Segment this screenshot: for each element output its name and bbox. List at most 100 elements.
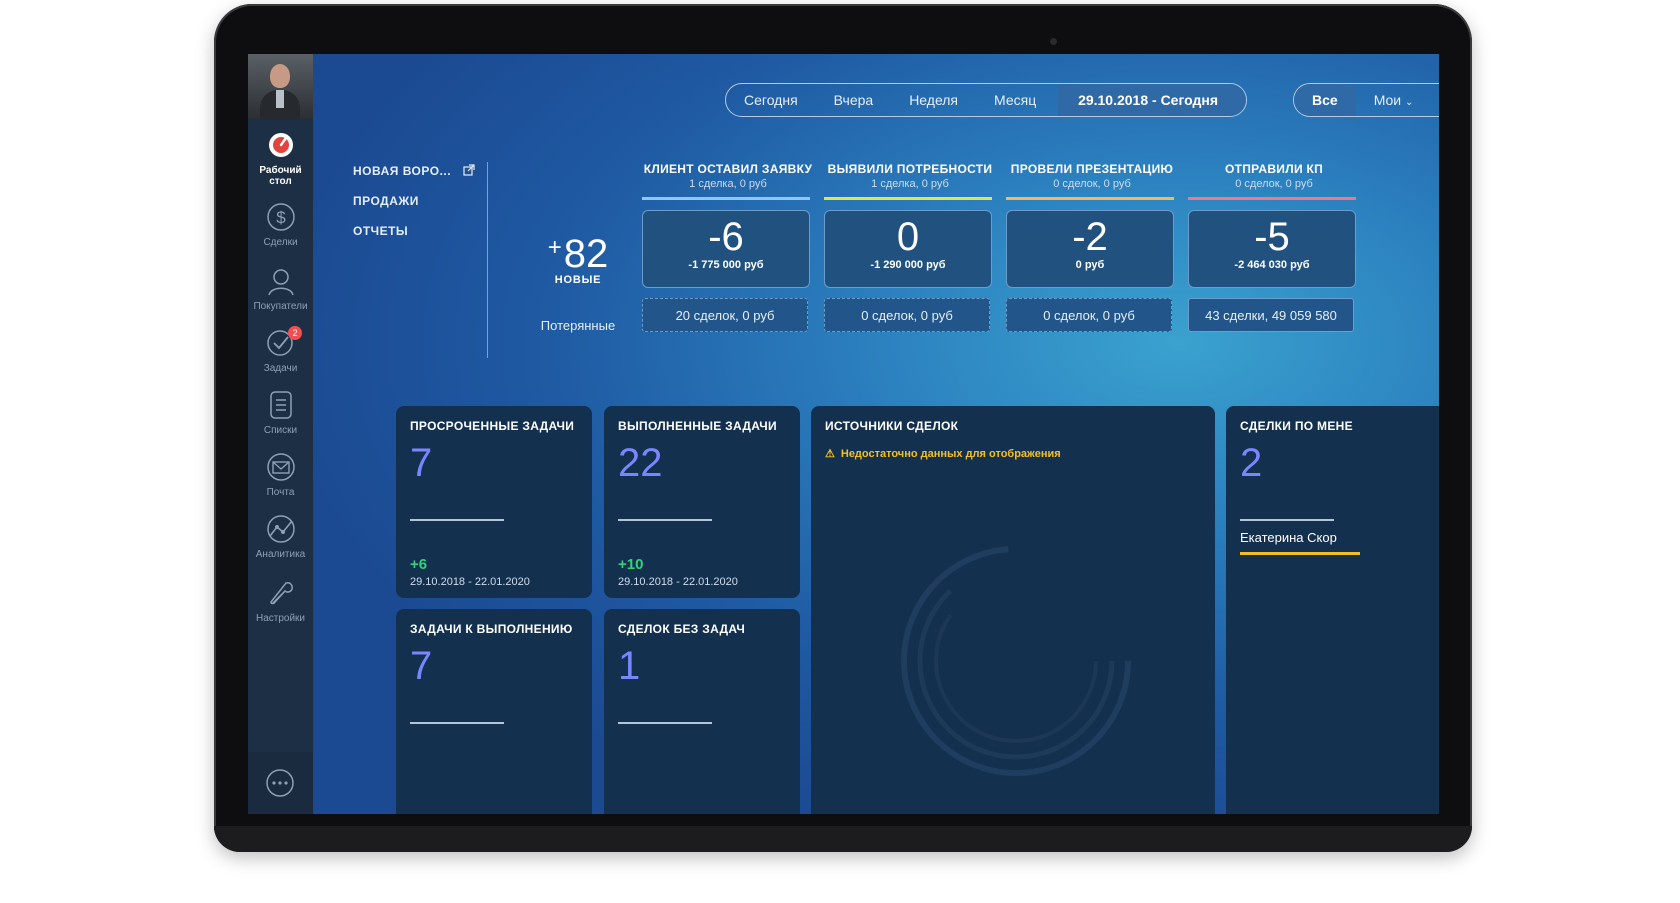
manager-name: Екатерина Скор [1240, 530, 1337, 545]
sidebar-item-label: Аналитика [255, 549, 306, 560]
sidebar-item-customers[interactable]: Покупатели [248, 264, 313, 312]
deals-by-manager-card[interactable]: СДЕЛКИ ПО МЕНЕ 2 Екатерина Скор [1226, 406, 1439, 814]
stage-value-box[interactable]: -2 0 руб [1006, 210, 1174, 288]
stage-value-box[interactable]: 0 -1 290 000 руб [824, 210, 992, 288]
card-divider [618, 519, 712, 521]
stage-value: -6 [708, 215, 744, 259]
stage-value-box[interactable]: -5 -2 464 030 руб [1188, 210, 1356, 288]
stage-color-bar [1006, 197, 1174, 200]
sidebar-item-mail[interactable]: Почта [248, 450, 313, 498]
stage-amount: 0 руб [1075, 259, 1105, 271]
laptop-chin [214, 826, 1472, 852]
new-deals-count: 82 [563, 232, 609, 276]
card-range: 29.10.2018 - 22.01.2020 [410, 576, 530, 588]
chat-icon [266, 769, 294, 797]
new-deals-label: НОВЫЕ [554, 274, 602, 286]
stage-lost-box[interactable]: 20 сделок, 0 руб [642, 298, 808, 332]
done-tasks-card[interactable]: ВЫПОЛНЕННЫЕ ЗАДАЧИ 22 +10 29.10.2018 - 2… [604, 406, 800, 598]
scope-filter: Все Мои ⌄ [1293, 83, 1439, 117]
sidebar-item-settings[interactable]: Настройки [248, 576, 313, 624]
sidebar-item-label: Сделки [263, 237, 298, 248]
card-title: ИСТОЧНИКИ СДЕЛОК [825, 419, 959, 433]
lists-icon [269, 391, 292, 419]
overdue-tasks-card[interactable]: ПРОСРОЧЕННЫЕ ЗАДАЧИ 7 +6 29.10.2018 - 22… [396, 406, 592, 598]
todo-tasks-card[interactable]: ЗАДАЧИ К ВЫПОЛНЕНИЮ 7 [396, 609, 592, 814]
pipeline-item-label: НОВАЯ ВОРО... [353, 164, 452, 178]
stage-column: ОТПРАВИЛИ КП 0 сделок, 0 руб -5 -2 464 0… [1188, 162, 1360, 332]
period-week[interactable]: Неделя [891, 84, 976, 116]
camera [1050, 38, 1057, 45]
sidebar-item-label: Почта [266, 487, 295, 498]
card-title: ПРОСРОЧЕННЫЕ ЗАДАЧИ [410, 419, 575, 433]
card-title: ЗАДАЧИ К ВЫПОЛНЕНИЮ [410, 622, 573, 636]
scope-mine-label: Мои [1373, 92, 1402, 108]
stage-color-bar [642, 197, 810, 200]
period-month[interactable]: Месяц [976, 84, 1054, 116]
card-value: 7 [410, 441, 433, 485]
stage-title: ОТПРАВИЛИ КП [1224, 162, 1324, 176]
avatar[interactable] [248, 54, 313, 120]
stage-amount: -1 290 000 руб [870, 259, 946, 271]
stage-value-box[interactable]: -6 -1 775 000 руб [642, 210, 810, 288]
stage-color-bar [824, 197, 992, 200]
stage-subtitle: 1 сделка, 0 руб [871, 178, 949, 190]
manager-bar [1240, 552, 1360, 555]
stage-subtitle: 1 сделка, 0 руб [689, 178, 767, 190]
stage-value: -2 [1072, 215, 1108, 259]
stage-title: ПРОВЕЛИ ПРЕЗЕНТАЦИЮ [1010, 162, 1174, 176]
card-title: СДЕЛОК БЕЗ ЗАДАЧ [618, 622, 746, 636]
period-filter: Сегодня Вчера Неделя Месяц 29.10.2018 - … [725, 83, 1247, 117]
stage-color-bar [1188, 197, 1356, 200]
mail-icon [266, 453, 295, 481]
deal-sources-card[interactable]: ИСТОЧНИКИ СДЕЛОК ⚠ Недостаточно данных дл… [811, 406, 1215, 814]
pipeline-item-new[interactable]: НОВАЯ ВОРО... [353, 164, 475, 178]
dollar-icon: $ [266, 203, 295, 231]
svg-text:$: $ [276, 208, 286, 227]
stage-value: -5 [1254, 215, 1290, 259]
sidebar-item-label: Задачи [263, 363, 298, 374]
stage-amount: -1 775 000 руб [688, 259, 764, 271]
card-range: 29.10.2018 - 22.01.2020 [618, 576, 738, 588]
screen: Рабочий стол $ Сделки Покупатели 2 Задач… [248, 54, 1439, 814]
chat-button[interactable] [248, 752, 313, 814]
avatar-head [270, 64, 290, 88]
sidebar-item-dashboard[interactable]: Рабочий стол [248, 128, 313, 187]
stage-lost-box[interactable]: 0 сделок, 0 руб [824, 298, 990, 332]
stage-subtitle: 0 сделок, 0 руб [1235, 178, 1313, 190]
external-link-icon[interactable] [463, 164, 475, 176]
menu-divider [487, 162, 488, 358]
card-title: СДЕЛКИ ПО МЕНЕ [1240, 419, 1353, 433]
sidebar-item-tasks[interactable]: 2 Задачи [248, 326, 313, 374]
sidebar-item-lists[interactable]: Списки [248, 388, 313, 436]
stage-amount: -2 464 030 руб [1234, 259, 1310, 271]
stage-title: ВЫЯВИЛИ ПОТРЕБНОСТИ [827, 162, 993, 176]
scope-all[interactable]: Все [1294, 84, 1356, 116]
sidebar-item-analytics[interactable]: Аналитика [248, 512, 313, 560]
stage-column: КЛИЕНТ ОСТАВИЛ ЗАЯВКУ 1 сделка, 0 руб -6… [642, 162, 814, 332]
avatar-shirt [276, 90, 284, 108]
card-value: 22 [618, 441, 663, 485]
card-delta: +10 [618, 556, 644, 573]
empty-donut-placeholder [901, 546, 1131, 776]
stage-title: КЛИЕНТ ОСТАВИЛ ЗАЯВКУ [643, 162, 813, 176]
scope-mine[interactable]: Мои ⌄ [1356, 84, 1432, 116]
pipeline-item-sales[interactable]: ПРОДАЖИ [353, 194, 475, 208]
sidebar-item-label: Рабочий стол [259, 165, 302, 187]
period-today[interactable]: Сегодня [726, 84, 816, 116]
card-title: ВЫПОЛНЕННЫЕ ЗАДАЧИ [618, 419, 777, 433]
period-yesterday[interactable]: Вчера [816, 84, 892, 116]
stage-value: 0 [896, 215, 920, 259]
new-deals-summary[interactable]: +82 НОВЫЕ [528, 234, 628, 286]
tasks-badge: 2 [288, 326, 302, 340]
card-divider [1240, 519, 1334, 521]
deals-without-tasks-card[interactable]: СДЕЛОК БЕЗ ЗАДАЧ 1 [604, 609, 800, 814]
sidebar-item-deals[interactable]: $ Сделки [248, 200, 313, 248]
stage-lost-box[interactable]: 0 сделок, 0 руб [1006, 298, 1172, 332]
card-divider [410, 722, 504, 724]
stage-lost-box[interactable]: 43 сделки, 49 059 580 [1188, 298, 1354, 332]
pipeline-menu: НОВАЯ ВОРО... ПРОДАЖИ ОТЧЕТЫ [353, 164, 475, 254]
period-range-selected[interactable]: 29.10.2018 - Сегодня [1058, 84, 1246, 116]
card-value: 7 [410, 644, 433, 688]
card-divider [410, 519, 504, 521]
pipeline-item-reports[interactable]: ОТЧЕТЫ [353, 224, 475, 238]
